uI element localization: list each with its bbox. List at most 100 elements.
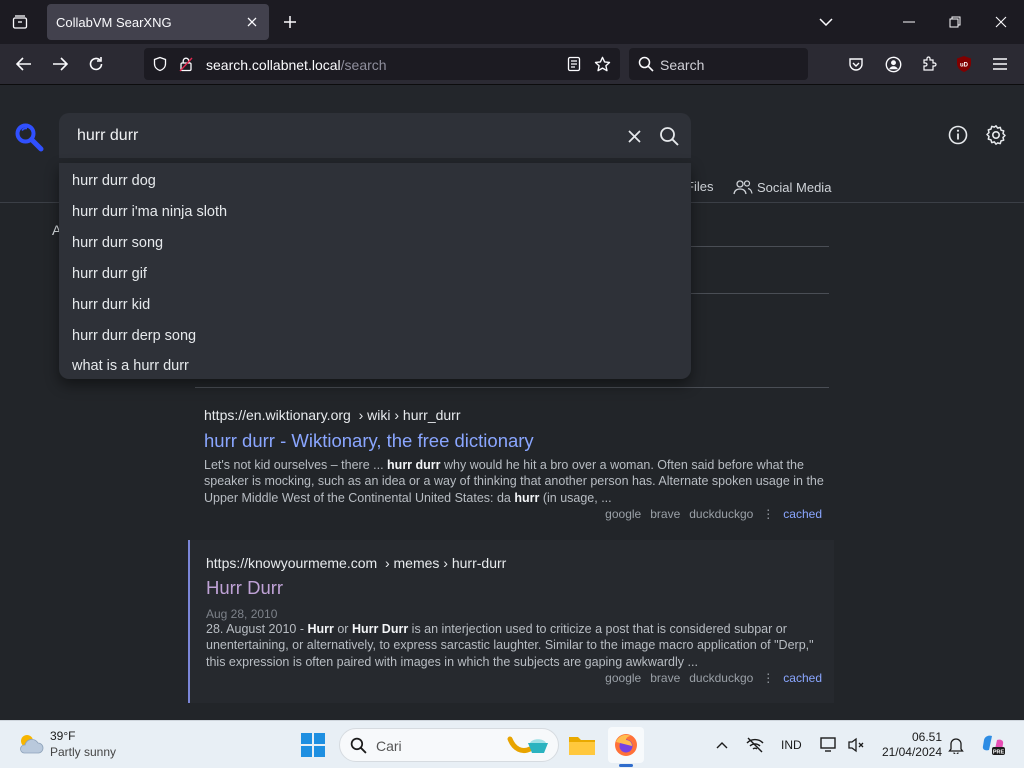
result-title-link[interactable]: Hurr Durr <box>206 577 283 599</box>
tab-strip: CollabVM SearXNG <box>0 0 1024 44</box>
close-icon <box>995 16 1007 28</box>
people-icon <box>733 180 753 195</box>
result-snippet: 28. August 2010 - Hurr or Hurr Durr is a… <box>206 621 826 670</box>
cached-link[interactable]: cached <box>783 507 822 521</box>
divider <box>195 387 829 388</box>
new-tab-button[interactable] <box>278 8 302 36</box>
autocomplete-item[interactable]: hurr durr dog <box>72 173 156 189</box>
autocomplete-item[interactable]: hurr durr song <box>72 235 163 251</box>
windows-start-icon[interactable] <box>300 732 326 758</box>
pocket-button[interactable] <box>841 49 871 79</box>
url-text[interactable]: search.collabnet.local/search <box>206 57 387 73</box>
account-button[interactable] <box>878 49 908 79</box>
network-status-button[interactable] <box>744 734 766 756</box>
chevron-up-icon <box>716 742 728 749</box>
window-close-button[interactable] <box>978 0 1024 44</box>
reload-icon <box>89 57 103 71</box>
clock-time: 06.51 <box>911 730 942 744</box>
taskbar-search-box[interactable]: Cari <box>339 728 559 762</box>
about-button[interactable] <box>946 123 970 147</box>
plus-icon <box>284 16 296 28</box>
result-snippet: Let's not kid ourselves – there ... hurr… <box>204 457 824 506</box>
info-icon <box>948 125 968 145</box>
tab-list-icon <box>12 15 28 29</box>
url-host: search.collabnet.local <box>206 57 341 73</box>
lock-insecure-icon[interactable] <box>176 54 196 74</box>
engine-label: brave <box>650 507 681 521</box>
search-input[interactable]: hurr durr <box>77 127 138 145</box>
back-button[interactable] <box>9 49 39 79</box>
weather-widget[interactable]: 39°F Partly sunny <box>16 727 146 763</box>
more-vertical-icon: ⋮ <box>762 507 775 521</box>
result-engines: google brave duckduckgo ⋮ cached <box>605 507 822 521</box>
file-explorer-app[interactable] <box>564 727 600 763</box>
snippet-text: 28. August 2010 - <box>206 622 308 636</box>
taskbar-search-placeholder: Cari <box>376 738 402 754</box>
firefox-icon <box>615 734 637 756</box>
result-url[interactable]: https://en.wiktionary.org › wiki › hurr_… <box>204 407 461 423</box>
monitor-icon <box>820 737 836 752</box>
result-date: Aug 28, 2010 <box>206 607 278 621</box>
browser-search-bar[interactable]: Search <box>629 48 808 80</box>
list-all-tabs-button[interactable] <box>6 8 34 36</box>
autocomplete-dropdown: hurr durr dog hurr durr i'ma ninja sloth… <box>59 163 691 379</box>
arrow-left-icon <box>16 57 31 71</box>
reader-view-icon[interactable] <box>564 54 584 74</box>
ublock-origin-button[interactable]: uD <box>949 49 979 79</box>
restore-button[interactable] <box>932 0 978 44</box>
tab-close-button[interactable] <box>243 13 261 31</box>
autocomplete-item[interactable]: hurr durr derp song <box>72 328 196 344</box>
display-button[interactable] <box>818 734 840 756</box>
autocomplete-item[interactable]: hurr durr kid <box>72 297 150 313</box>
restore-icon <box>949 16 961 28</box>
extensions-button[interactable] <box>914 49 944 79</box>
snippet-text: (in usage, ... <box>539 490 612 505</box>
url-bar[interactable]: search.collabnet.local/search <box>144 48 620 80</box>
category-social-media-label: Social Media <box>757 179 832 195</box>
browser-search-placeholder: Search <box>660 57 705 73</box>
searxng-logo-icon[interactable] <box>14 122 44 152</box>
bookmark-star-icon[interactable] <box>592 54 612 74</box>
tab-searxng[interactable]: CollabVM SearXNG <box>47 4 269 40</box>
search-result: https://en.wiktionary.org › wiki › hurr_… <box>188 397 834 527</box>
volume-button[interactable] <box>845 734 867 756</box>
engine-label: duckduckgo <box>689 507 754 521</box>
result-url-path: › memes › hurr-durr <box>384 555 507 571</box>
input-language[interactable]: IND <box>781 738 802 752</box>
preferences-button[interactable] <box>984 123 1008 147</box>
speaker-muted-icon <box>848 737 864 753</box>
result-url-path: › wiki › hurr_durr <box>358 407 461 423</box>
ublock-origin-icon: uD <box>957 56 971 72</box>
category-social-media-tab[interactable]: Social Media <box>733 179 831 195</box>
result-url[interactable]: https://knowyourmeme.com › memes › hurr-… <box>206 555 506 571</box>
notifications-button[interactable] <box>945 734 967 756</box>
result-title-link[interactable]: hurr durr - Wiktionary, the free diction… <box>204 430 534 452</box>
show-hidden-icons-button[interactable] <box>711 734 733 756</box>
snippet-text: Let's not kid ourselves – there ... <box>204 458 388 472</box>
search-form: hurr durr <box>59 113 691 158</box>
search-icon <box>638 56 654 72</box>
autocomplete-item[interactable]: hurr durr i'ma ninja sloth <box>72 204 227 220</box>
search-submit-button[interactable] <box>657 124 681 148</box>
cached-link[interactable]: cached <box>783 671 822 685</box>
autocomplete-item[interactable]: hurr durr gif <box>72 266 147 282</box>
navigation-toolbar: search.collabnet.local/search Search uD <box>0 44 1024 85</box>
app-menu-button[interactable] <box>985 49 1015 79</box>
snippet-highlight: hurr durr <box>387 458 441 472</box>
tabs-overflow-button[interactable] <box>812 8 840 36</box>
minimize-button[interactable] <box>886 0 932 44</box>
shield-icon[interactable] <box>150 54 170 74</box>
forward-button[interactable] <box>45 49 75 79</box>
firefox-app[interactable] <box>608 727 644 763</box>
system-clock[interactable]: 06.51 21/04/2024 <box>872 730 942 760</box>
pocket-icon <box>849 58 863 71</box>
snippet-highlight: Hurr Durr <box>351 622 409 636</box>
reload-button[interactable] <box>81 49 111 79</box>
clear-search-button[interactable] <box>623 125 645 147</box>
more-vertical-icon: ⋮ <box>762 671 775 685</box>
copilot-button[interactable]: PRE <box>980 732 1006 758</box>
partly-sunny-icon <box>20 735 44 754</box>
searxng-page: hurr durr Files Social Media A https://e… <box>0 85 1024 720</box>
autocomplete-item[interactable]: what is a hurr durr <box>72 358 189 374</box>
engine-label: duckduckgo <box>689 671 754 685</box>
